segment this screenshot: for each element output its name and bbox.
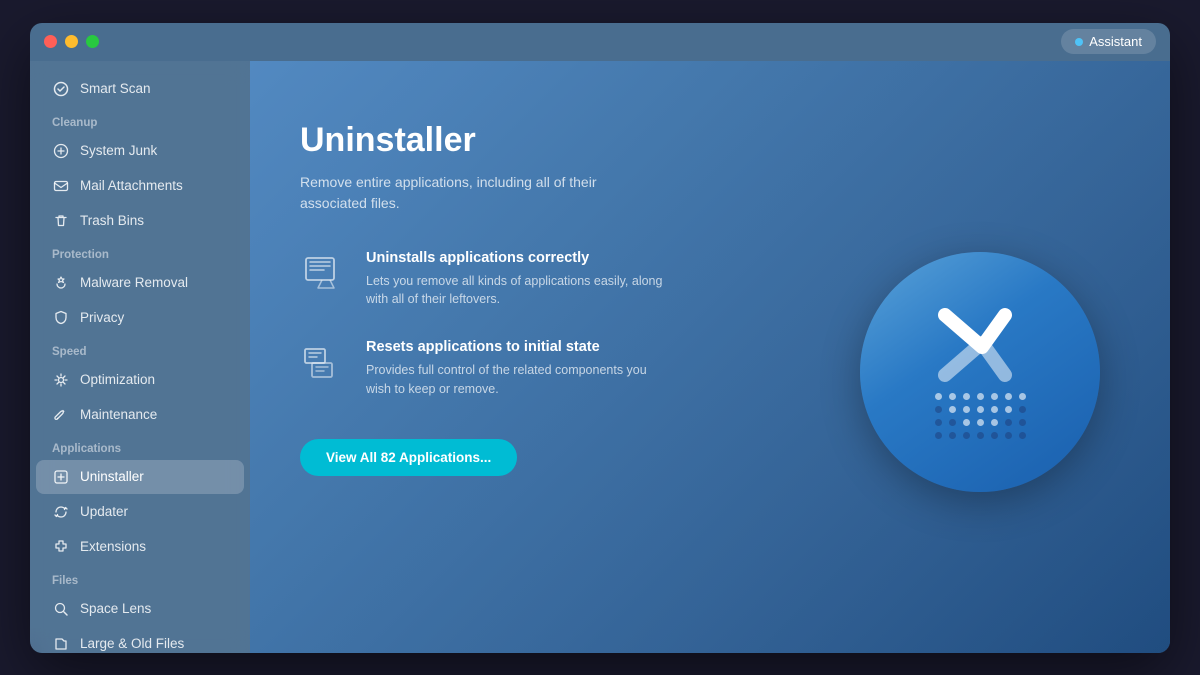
content-right: [840, 111, 1120, 613]
app-window: Assistant Smart Scan Cleanup: [30, 23, 1170, 653]
feature-2-title: Resets applications to initial state: [366, 339, 666, 355]
updater-label: Updater: [80, 504, 128, 519]
sidebar-item-smart-scan[interactable]: Smart Scan: [36, 72, 244, 106]
sidebar-item-updater[interactable]: Updater: [36, 495, 244, 529]
view-all-button[interactable]: View All 82 Applications...: [300, 439, 517, 476]
maintenance-label: Maintenance: [80, 407, 157, 422]
section-label-speed: Speed: [30, 336, 250, 362]
main-content: Uninstaller Remove entire applications, …: [250, 61, 1170, 653]
feature-item-2: Resets applications to initial state Pro…: [300, 339, 800, 399]
mail-attachments-label: Mail Attachments: [80, 178, 183, 193]
section-label-files: Files: [30, 565, 250, 591]
sidebar-item-trash-bins[interactable]: Trash Bins: [36, 204, 244, 238]
smart-scan-icon: [52, 80, 70, 98]
section-label-protection: Protection: [30, 239, 250, 265]
maintenance-icon: [52, 406, 70, 424]
trash-bins-label: Trash Bins: [80, 213, 144, 228]
system-junk-icon: [52, 142, 70, 160]
sidebar-item-space-lens[interactable]: Space Lens: [36, 592, 244, 626]
feature-1-text: Uninstalls applications correctly Lets y…: [366, 250, 666, 310]
sidebar-item-system-junk[interactable]: System Junk: [36, 134, 244, 168]
page-title: Uninstaller: [300, 121, 800, 160]
sidebar-item-privacy[interactable]: Privacy: [36, 301, 244, 335]
malware-icon: [52, 274, 70, 292]
feature-2-text: Resets applications to initial state Pro…: [366, 339, 666, 399]
space-lens-icon: [52, 600, 70, 618]
extensions-label: Extensions: [80, 539, 146, 554]
sidebar: Smart Scan Cleanup System Junk: [30, 61, 250, 653]
maximize-button[interactable]: [86, 35, 99, 48]
updater-icon: [52, 503, 70, 521]
uninstaller-icon: [52, 468, 70, 486]
content-area: Uninstaller Remove entire applications, …: [300, 111, 1120, 613]
content-left: Uninstaller Remove entire applications, …: [300, 111, 800, 613]
extensions-icon: [52, 538, 70, 556]
system-junk-label: System Junk: [80, 143, 157, 158]
assistant-label: Assistant: [1089, 34, 1142, 49]
uninstaller-label: Uninstaller: [80, 469, 144, 484]
optimization-icon: [52, 371, 70, 389]
page-subtitle: Remove entire applications, including al…: [300, 172, 620, 214]
feature-1-desc: Lets you remove all kinds of application…: [366, 272, 666, 310]
mail-icon: [52, 177, 70, 195]
sidebar-item-large-old-files[interactable]: Large & Old Files: [36, 627, 244, 653]
large-old-files-label: Large & Old Files: [80, 636, 184, 651]
feature-1-icon: [300, 250, 348, 298]
sidebar-item-extensions[interactable]: Extensions: [36, 530, 244, 564]
feature-1-title: Uninstalls applications correctly: [366, 250, 666, 266]
section-label-applications: Applications: [30, 433, 250, 459]
feature-item-1: Uninstalls applications correctly Lets y…: [300, 250, 800, 310]
sidebar-item-optimization[interactable]: Optimization: [36, 363, 244, 397]
smart-scan-label: Smart Scan: [80, 81, 151, 96]
privacy-label: Privacy: [80, 310, 124, 325]
trash-icon: [52, 212, 70, 230]
window-body: Smart Scan Cleanup System Junk: [30, 61, 1170, 653]
privacy-icon: [52, 309, 70, 327]
large-files-icon: [52, 635, 70, 653]
assistant-button[interactable]: Assistant: [1061, 29, 1156, 54]
assistant-dot-icon: [1075, 38, 1083, 46]
section-label-cleanup: Cleanup: [30, 107, 250, 133]
close-button[interactable]: [44, 35, 57, 48]
malware-removal-label: Malware Removal: [80, 275, 188, 290]
feature-2-desc: Provides full control of the related com…: [366, 361, 666, 399]
optimization-label: Optimization: [80, 372, 155, 387]
sidebar-item-uninstaller[interactable]: Uninstaller: [36, 460, 244, 494]
minimize-button[interactable]: [65, 35, 78, 48]
sidebar-item-malware-removal[interactable]: Malware Removal: [36, 266, 244, 300]
titlebar: Assistant: [30, 23, 1170, 61]
sidebar-item-maintenance[interactable]: Maintenance: [36, 398, 244, 432]
traffic-lights: [44, 35, 99, 48]
space-lens-label: Space Lens: [80, 601, 151, 616]
sidebar-item-mail-attachments[interactable]: Mail Attachments: [36, 169, 244, 203]
app-icon: [860, 252, 1100, 492]
feature-2-icon: [300, 339, 348, 387]
dots-grid: [935, 393, 1026, 439]
